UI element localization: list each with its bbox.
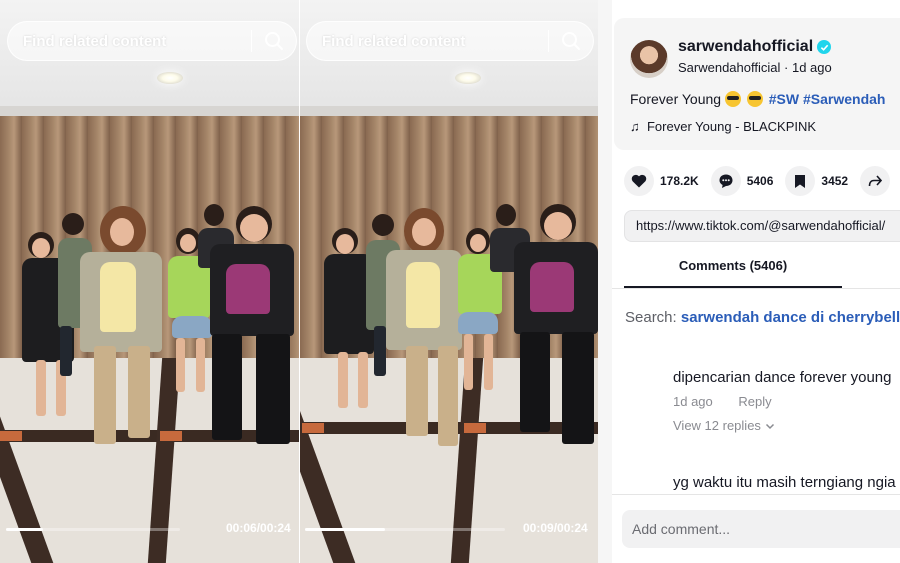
avatar[interactable] xyxy=(630,40,668,78)
reply-button[interactable]: Reply xyxy=(738,394,771,409)
music-title: Forever Young - BLACKPINK xyxy=(646,119,817,134)
progress-bar[interactable] xyxy=(6,528,180,531)
music-link[interactable]: ♫ Forever Young - BLACKPINK xyxy=(630,119,816,134)
post-age: 1d ago xyxy=(791,60,832,75)
hashtag-link[interactable]: #SW xyxy=(769,91,799,107)
progress-bar[interactable] xyxy=(305,528,505,531)
sunglasses-emoji-icon xyxy=(746,91,763,107)
heart-icon xyxy=(624,166,654,196)
username-text: sarwendahofficial xyxy=(678,38,814,55)
favorite-count: 3452 xyxy=(821,174,849,188)
display-name: Sarwendahofficial xyxy=(678,60,781,75)
video-player-1[interactable]: Find related content 00:06/00:24 xyxy=(0,0,299,563)
post-info-card: sarwendahofficial Sarwendahofficial · 1d… xyxy=(614,18,900,150)
engagement-stats: 178.2K 5406 3452 xyxy=(624,166,900,196)
share-button[interactable] xyxy=(860,166,896,196)
chevron-down-icon xyxy=(765,418,775,433)
progress-fill xyxy=(305,528,385,531)
comment-text: yg waktu itu masih terngiang ngia xyxy=(673,474,896,491)
comment-button[interactable]: 5406 xyxy=(710,166,774,196)
search-bar[interactable]: Find related content xyxy=(7,21,297,61)
music-note-icon: ♫ xyxy=(630,119,640,134)
view-replies-label: View 12 replies xyxy=(673,418,761,433)
search-suggestion-prefix: Search: xyxy=(625,309,677,326)
comment-meta: 1d ago Reply xyxy=(673,394,891,409)
post-details-panel: sarwendahofficial Sarwendahofficial · 1d… xyxy=(612,0,900,563)
search-suggestion[interactable]: Search: sarwendah dance di cherrybelle xyxy=(625,309,900,326)
video-player-2[interactable]: Find related content 00:09/00:24 xyxy=(300,0,598,563)
search-placeholder: Find related content xyxy=(322,32,466,50)
tab-comments[interactable]: Comments (5406) xyxy=(624,258,842,273)
ceiling-light xyxy=(157,72,183,84)
share-url-field[interactable]: https://www.tiktok.com/@sarwendahofficia… xyxy=(624,210,900,242)
comment-text: dipencarian dance forever young xyxy=(673,369,892,386)
search-placeholder: Find related content xyxy=(23,32,167,50)
comment-item: yg waktu itu masih terngiang ngia xyxy=(673,474,896,491)
progress-fill xyxy=(6,528,43,531)
bookmark-icon xyxy=(785,166,816,196)
view-replies-button[interactable]: View 12 replies xyxy=(673,418,891,433)
hashtag-link[interactable]: #Sarwendah xyxy=(803,91,885,107)
comment-icon xyxy=(710,166,741,196)
favorite-button[interactable]: 3452 xyxy=(785,166,848,196)
search-icon[interactable] xyxy=(549,31,593,51)
composer-divider xyxy=(612,494,900,495)
comment-count: 5406 xyxy=(746,174,774,188)
search-icon[interactable] xyxy=(252,31,296,51)
search-bar[interactable]: Find related content xyxy=(306,21,594,61)
username[interactable]: sarwendahofficial xyxy=(678,38,832,56)
caption-text: Forever Young xyxy=(630,91,722,107)
subline-separator: · xyxy=(784,60,789,75)
tab-divider xyxy=(612,288,900,289)
like-count: 178.2K xyxy=(660,174,699,188)
comment-time: 1d ago xyxy=(673,394,713,409)
post-subline: Sarwendahofficial · 1d ago xyxy=(678,60,832,75)
ceiling-light xyxy=(455,72,481,84)
share-icon xyxy=(860,166,891,196)
comment-item: dipencarian dance forever young 1d ago R… xyxy=(673,369,891,433)
caption: Forever Young #SW #Sarwendah xyxy=(630,91,885,107)
timecode: 00:09/00:24 xyxy=(523,521,588,535)
search-suggestion-query: sarwendah dance di cherrybelle xyxy=(680,309,900,326)
panel-divider xyxy=(598,0,612,563)
verified-icon xyxy=(817,40,832,54)
like-button[interactable]: 178.2K xyxy=(624,166,699,196)
sunglasses-emoji-icon xyxy=(724,91,741,107)
add-comment-input[interactable]: Add comment... xyxy=(622,510,900,548)
timecode: 00:06/00:24 xyxy=(226,521,291,535)
